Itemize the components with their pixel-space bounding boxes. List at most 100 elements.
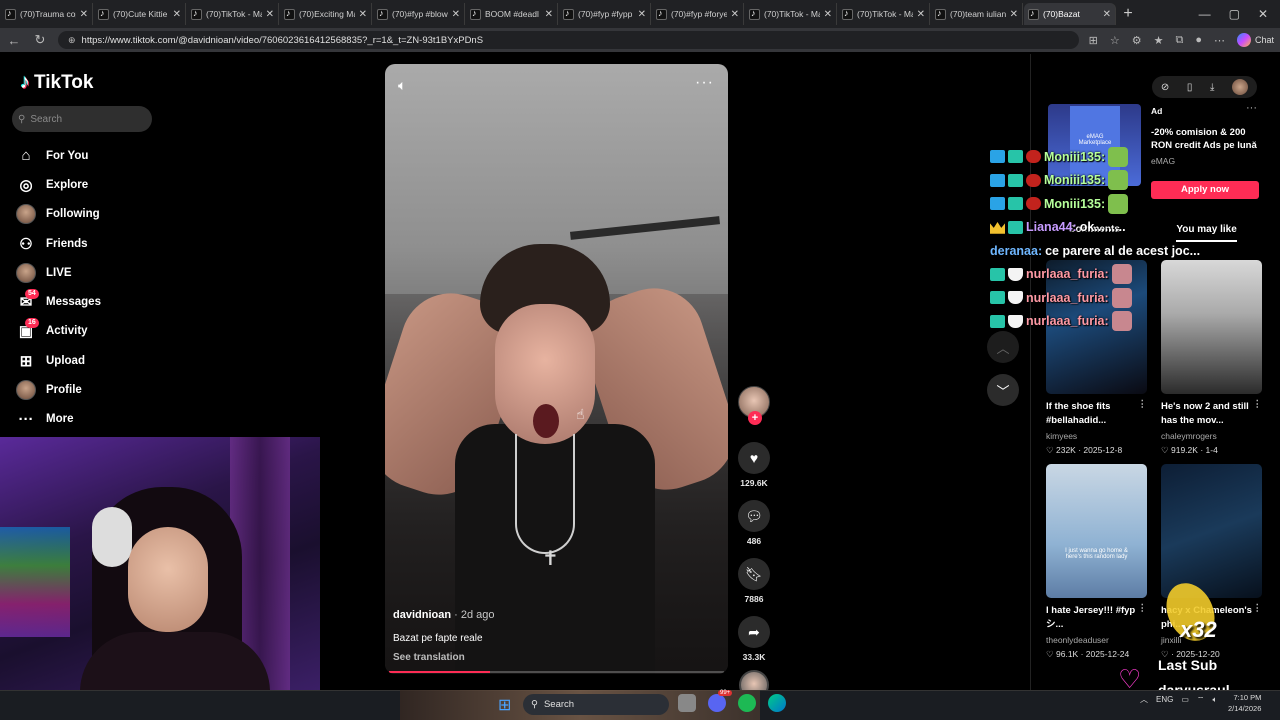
tab-close-icon[interactable]: ✕ <box>266 9 274 20</box>
save-action[interactable]: 🔖︎ 7886 <box>736 558 772 604</box>
card-user[interactable]: chaleymrogers <box>1161 431 1262 441</box>
browser-tab[interactable]: (70)#fyp #fypp ✕ <box>559 3 651 25</box>
sidebar-item-following[interactable]: Following <box>16 200 166 229</box>
heart-icon[interactable]: ♥ <box>738 442 770 474</box>
taskbar-clock[interactable]: 7:10 PM 2/14/2026 <box>1228 692 1261 714</box>
comment-icon[interactable]: 💬︎ <box>738 500 770 532</box>
file-explorer-icon[interactable] <box>678 694 696 712</box>
compass-icon[interactable]: ⊘ <box>1161 82 1169 93</box>
tab-close-icon[interactable]: ✕ <box>917 9 925 20</box>
back-icon[interactable]: ← <box>6 33 22 48</box>
tab-close-icon[interactable]: ✕ <box>638 9 646 20</box>
browser-tab[interactable]: (70)TikTok - Ma ✕ <box>745 3 837 25</box>
browser-tab[interactable]: (70)TikTok - Ma ✕ <box>187 3 279 25</box>
windows-start-icon[interactable]: ⊞ <box>498 695 511 715</box>
sidebar-item-friends[interactable]: ⚇ Friends <box>16 229 166 258</box>
settings-more-icon[interactable]: ⋯ <box>1214 34 1225 47</box>
taskbar-search[interactable]: ⚲ Search <box>523 694 669 715</box>
network-icon[interactable]: ⌔ <box>1197 695 1205 705</box>
maximize-icon[interactable]: ▢ <box>1229 7 1240 21</box>
tab-close-icon[interactable]: ✕ <box>452 9 460 20</box>
edge-icon[interactable] <box>768 694 786 712</box>
discord-icon[interactable]: 99+ <box>708 690 733 712</box>
video-player[interactable]: ✝ 🔈︎ ··· ☝︎ davidnioan · 2d ago Bazat pe… <box>385 64 728 674</box>
tab-close-icon[interactable]: ✕ <box>359 9 367 20</box>
card-user[interactable]: kimyees <box>1046 431 1147 441</box>
sidebar-item-profile[interactable]: Profile <box>16 375 166 404</box>
tab-close-icon[interactable]: ✕ <box>1010 9 1018 20</box>
copilot-button[interactable]: Chat <box>1236 33 1274 47</box>
tab-actions-icon[interactable]: ⊞ <box>1089 34 1098 47</box>
ad-more-icon[interactable]: ··· <box>1246 102 1257 114</box>
like-action[interactable]: ♥ 129.6K <box>736 442 772 488</box>
share-icon[interactable]: ➦ <box>738 616 770 648</box>
collections-icon[interactable]: ⧉ <box>1175 34 1183 47</box>
card-title[interactable]: He's now 2 and still has the mov... ⋮ <box>1161 398 1263 428</box>
close-window-icon[interactable]: ✕ <box>1258 7 1268 21</box>
download-icon[interactable]: ⤓ <box>1210 82 1214 93</box>
tab-close-icon[interactable]: ✕ <box>80 9 88 20</box>
comment-action[interactable]: 💬︎ 486 <box>736 500 772 546</box>
user-avatar[interactable] <box>1232 79 1249 95</box>
video-author[interactable]: davidnioan · 2d ago <box>393 609 713 621</box>
video-thumbnail[interactable] <box>1161 260 1262 394</box>
card-title[interactable]: If the shoe fits #bellahadid... ⋮ <box>1046 398 1148 428</box>
browser-tab[interactable]: BOOM #deadl ✕ <box>466 3 558 25</box>
card-more-icon[interactable]: ⋮ <box>1138 398 1148 412</box>
browser-tab[interactable]: (70)#fyp #blow ✕ <box>373 3 465 25</box>
video-thumbnail[interactable]: I just wanna go home & here's this rando… <box>1046 464 1147 598</box>
bookmark-icon[interactable]: 🔖︎ <box>738 558 770 590</box>
favorites-icon[interactable]: ★ <box>1154 34 1164 47</box>
video-more-icon[interactable]: ··· <box>695 74 714 92</box>
tab-close-icon[interactable]: ✕ <box>824 9 832 20</box>
browser-tab[interactable]: (70)Bazat ✕ <box>1024 3 1116 25</box>
search-input[interactable]: ⚲ Search <box>12 106 152 132</box>
browser-tab[interactable]: (70)Trauma cop ✕ <box>1 3 93 25</box>
sidebar-item-live[interactable]: LIVE <box>16 258 166 287</box>
sidebar-item-activity[interactable]: ▣ 16 Activity <box>16 317 166 346</box>
device-icon[interactable]: ▯ <box>1187 82 1193 93</box>
creator-avatar[interactable]: + <box>738 386 770 425</box>
reload-icon[interactable]: ↻ <box>32 32 48 48</box>
sidebar-item-upload[interactable]: ⊞ Upload <box>16 346 166 375</box>
author-name[interactable]: davidnioan <box>393 609 451 621</box>
minimize-icon[interactable]: — <box>1199 7 1211 21</box>
sidebar-item-messages[interactable]: ✉ 54 Messages <box>16 287 166 316</box>
display-icon[interactable]: ▭ <box>1181 695 1189 704</box>
url-field[interactable]: ⊕ https://www.tiktok.com/@davidnioan/vid… <box>58 31 1079 49</box>
recommended-video-card[interactable]: He's now 2 and still has the mov... ⋮ chal… <box>1161 260 1262 456</box>
tab-close-icon[interactable]: ✕ <box>1103 9 1111 20</box>
browser-tab[interactable]: (70)TikTok - Ma ✕ <box>838 3 930 25</box>
card-more-icon[interactable]: ⋮ <box>1253 398 1263 412</box>
ad-title[interactable]: -20% comision & 200 RON credit Ads pe lu… <box>1151 126 1266 152</box>
previous-video-button[interactable]: ︿ <box>987 331 1019 363</box>
sidebar-item-more[interactable]: ··· More <box>16 405 166 434</box>
follow-plus-icon[interactable]: + <box>748 411 762 425</box>
video-thumbnail[interactable] <box>1161 464 1262 598</box>
tab-close-icon[interactable]: ✕ <box>731 9 739 20</box>
share-action[interactable]: ➦ 33.3K <box>736 616 772 662</box>
browser-tab[interactable]: (70)team iulian ✕ <box>931 3 1023 25</box>
sidebar-item-explore[interactable]: ◎ Explore <box>16 170 166 199</box>
language-indicator[interactable]: ENG <box>1156 695 1173 704</box>
tab-close-icon[interactable]: ✕ <box>545 9 553 20</box>
see-translation-link[interactable]: See translation <box>393 652 713 663</box>
browser-tab[interactable]: (70)Exciting Ma ✕ <box>280 3 372 25</box>
favorite-star-icon[interactable]: ☆ <box>1110 34 1120 47</box>
browser-tab[interactable]: (70)Cute Kittie ✕ <box>94 3 186 25</box>
extensions-icon[interactable]: ⚙ <box>1132 34 1142 47</box>
speaker-icon[interactable]: 🔈︎ <box>1212 695 1217 705</box>
volume-icon[interactable]: 🔈︎ <box>398 77 406 94</box>
tab-you-may-like[interactable]: You may like <box>1176 224 1237 242</box>
new-tab-button[interactable]: + <box>1116 5 1140 23</box>
browser-tab[interactable]: (70)#fyp #forye ✕ <box>652 3 744 25</box>
video-progress-bar[interactable] <box>389 671 724 673</box>
apply-now-button[interactable]: Apply now <box>1151 181 1259 199</box>
sidebar-item-for-you[interactable]: ⌂ For You <box>16 141 166 170</box>
spotify-icon[interactable] <box>738 694 756 712</box>
next-video-button[interactable]: ﹀ <box>987 374 1019 406</box>
tiktok-logo[interactable]: ♪ TikTok <box>20 71 93 94</box>
tray-overflow-icon[interactable]: ︿ <box>1140 694 1148 705</box>
tab-close-icon[interactable]: ✕ <box>173 9 181 20</box>
profile-avatar-icon[interactable]: ● <box>1195 34 1202 46</box>
